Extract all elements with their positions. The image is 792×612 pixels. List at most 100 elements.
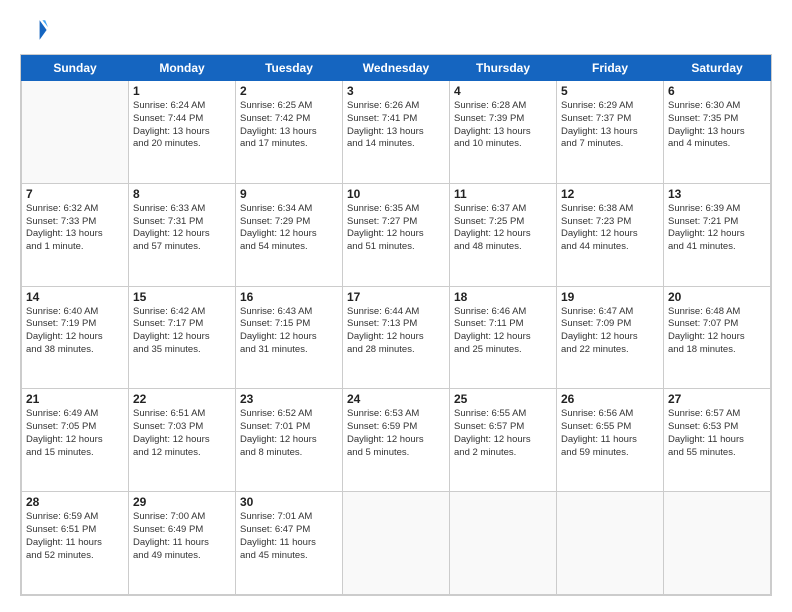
cell-text: Sunrise: 6:49 AM Sunset: 7:05 PM Dayligh… [26, 408, 124, 459]
cal-cell: 24 Sunrise: 6:53 AM Sunset: 6:59 PM Dayli… [343, 389, 450, 492]
cell-text: Sunrise: 6:48 AM Sunset: 7:07 PM Dayligh… [668, 306, 766, 357]
day-number: 4 [454, 84, 552, 98]
cell-text: Sunrise: 6:55 AM Sunset: 6:57 PM Dayligh… [454, 408, 552, 459]
cell-text: Sunrise: 6:47 AM Sunset: 7:09 PM Dayligh… [561, 306, 659, 357]
cell-text: Sunrise: 6:42 AM Sunset: 7:17 PM Dayligh… [133, 306, 231, 357]
day-header-saturday: Saturday [664, 56, 771, 81]
day-number: 12 [561, 187, 659, 201]
cal-cell: 2 Sunrise: 6:25 AM Sunset: 7:42 PM Daylig… [236, 81, 343, 184]
day-number: 22 [133, 392, 231, 406]
week-row-3: 14 Sunrise: 6:40 AM Sunset: 7:19 PM Dayli… [22, 286, 771, 389]
day-number: 15 [133, 290, 231, 304]
cell-text: Sunrise: 6:35 AM Sunset: 7:27 PM Dayligh… [347, 203, 445, 254]
day-number: 17 [347, 290, 445, 304]
day-number: 25 [454, 392, 552, 406]
cal-cell: 7Sunrise: 6:32 AM Sunset: 7:33 PM Daylig… [22, 183, 129, 286]
cal-cell: 18Sunrise: 6:46 AM Sunset: 7:11 PM Dayli… [450, 286, 557, 389]
cal-cell: 3 Sunrise: 6:26 AM Sunset: 7:41 PM Daylig… [343, 81, 450, 184]
day-number: 26 [561, 392, 659, 406]
day-number: 24 [347, 392, 445, 406]
day-header-thursday: Thursday [450, 56, 557, 81]
cell-text: Sunrise: 6:30 AM Sunset: 7:35 PM Dayligh… [668, 100, 766, 151]
day-header-tuesday: Tuesday [236, 56, 343, 81]
calendar-header: SundayMondayTuesdayWednesdayThursdayFrid… [22, 56, 771, 81]
cell-text: Sunrise: 6:51 AM Sunset: 7:03 PM Dayligh… [133, 408, 231, 459]
day-header-monday: Monday [129, 56, 236, 81]
day-header-friday: Friday [557, 56, 664, 81]
logo [20, 16, 52, 44]
day-number: 11 [454, 187, 552, 201]
cal-cell: 21 Sunrise: 6:49 AM Sunset: 7:05 PM Dayli… [22, 389, 129, 492]
cell-text: Sunrise: 6:34 AM Sunset: 7:29 PM Dayligh… [240, 203, 338, 254]
cell-text: Sunrise: 6:38 AM Sunset: 7:23 PM Dayligh… [561, 203, 659, 254]
day-number: 3 [347, 84, 445, 98]
cal-cell: 10 Sunrise: 6:35 AM Sunset: 7:27 PM Dayli… [343, 183, 450, 286]
cal-cell: 14 Sunrise: 6:40 AM Sunset: 7:19 PM Dayli… [22, 286, 129, 389]
cal-cell: 9 Sunrise: 6:34 AM Sunset: 7:29 PM Daylig… [236, 183, 343, 286]
day-number: 5 [561, 84, 659, 98]
week-row-4: 21 Sunrise: 6:49 AM Sunset: 7:05 PM Dayli… [22, 389, 771, 492]
cell-text: Sunrise: 6:56 AM Sunset: 6:55 PM Dayligh… [561, 408, 659, 459]
cell-text: Sunrise: 6:43 AM Sunset: 7:15 PM Dayligh… [240, 306, 338, 357]
cal-cell: 30 Sunrise: 7:01 AM Sunset: 6:47 PM Dayli… [236, 492, 343, 595]
cal-cell: 11 Sunrise: 6:37 AM Sunset: 7:25 PM Dayli… [450, 183, 557, 286]
cal-cell: 16 Sunrise: 6:43 AM Sunset: 7:15 PM Dayli… [236, 286, 343, 389]
cell-text: Sunrise: 6:40 AM Sunset: 7:19 PM Dayligh… [26, 306, 124, 357]
cal-cell: 26 Sunrise: 6:56 AM Sunset: 6:55 PM Dayli… [557, 389, 664, 492]
day-number: 16 [240, 290, 338, 304]
cal-cell: 19 Sunrise: 6:47 AM Sunset: 7:09 PM Dayli… [557, 286, 664, 389]
day-number: 29 [133, 495, 231, 509]
cal-cell [557, 492, 664, 595]
calendar-body: 1 Sunrise: 6:24 AM Sunset: 7:44 PM Daylig… [22, 81, 771, 595]
cell-text: Sunrise: 6:28 AM Sunset: 7:39 PM Dayligh… [454, 100, 552, 151]
day-number: 9 [240, 187, 338, 201]
cal-cell: 23 Sunrise: 6:52 AM Sunset: 7:01 PM Dayli… [236, 389, 343, 492]
week-row-5: 28 Sunrise: 6:59 AM Sunset: 6:51 PM Dayli… [22, 492, 771, 595]
cell-text: Sunrise: 6:53 AM Sunset: 6:59 PM Dayligh… [347, 408, 445, 459]
cell-text: Sunrise: 6:25 AM Sunset: 7:42 PM Dayligh… [240, 100, 338, 151]
day-number: 1 [133, 84, 231, 98]
day-header-wednesday: Wednesday [343, 56, 450, 81]
cell-text: Sunrise: 6:39 AM Sunset: 7:21 PM Dayligh… [668, 203, 766, 254]
cal-cell: 20 Sunrise: 6:48 AM Sunset: 7:07 PM Dayli… [664, 286, 771, 389]
cell-text: Sunrise: 6:26 AM Sunset: 7:41 PM Dayligh… [347, 100, 445, 151]
cal-cell: 1 Sunrise: 6:24 AM Sunset: 7:44 PM Daylig… [129, 81, 236, 184]
cell-text: Sunrise: 6:29 AM Sunset: 7:37 PM Dayligh… [561, 100, 659, 151]
cell-text: Sunrise: 6:44 AM Sunset: 7:13 PM Dayligh… [347, 306, 445, 357]
calendar-table: SundayMondayTuesdayWednesdayThursdayFrid… [21, 55, 771, 595]
cal-cell: 4 Sunrise: 6:28 AM Sunset: 7:39 PM Daylig… [450, 81, 557, 184]
day-number: 8 [133, 187, 231, 201]
cell-text: Sunrise: 6:52 AM Sunset: 7:01 PM Dayligh… [240, 408, 338, 459]
cal-cell: 6Sunrise: 6:30 AM Sunset: 7:35 PM Daylig… [664, 81, 771, 184]
day-number: 7 [26, 187, 124, 201]
day-number: 2 [240, 84, 338, 98]
day-number: 13 [668, 187, 766, 201]
day-number: 30 [240, 495, 338, 509]
cell-text: Sunrise: 7:01 AM Sunset: 6:47 PM Dayligh… [240, 511, 338, 562]
day-number: 10 [347, 187, 445, 201]
page: SundayMondayTuesdayWednesdayThursdayFrid… [0, 0, 792, 612]
cal-cell [450, 492, 557, 595]
cal-cell: 27Sunrise: 6:57 AM Sunset: 6:53 PM Dayli… [664, 389, 771, 492]
day-number: 27 [668, 392, 766, 406]
week-row-1: 1 Sunrise: 6:24 AM Sunset: 7:44 PM Daylig… [22, 81, 771, 184]
day-number: 23 [240, 392, 338, 406]
cal-cell: 12 Sunrise: 6:38 AM Sunset: 7:23 PM Dayli… [557, 183, 664, 286]
header-row: SundayMondayTuesdayWednesdayThursdayFrid… [22, 56, 771, 81]
day-number: 19 [561, 290, 659, 304]
day-header-sunday: Sunday [22, 56, 129, 81]
cal-cell: 25 Sunrise: 6:55 AM Sunset: 6:57 PM Dayli… [450, 389, 557, 492]
logo-icon [20, 16, 48, 44]
cell-text: Sunrise: 7:00 AM Sunset: 6:49 PM Dayligh… [133, 511, 231, 562]
week-row-2: 7Sunrise: 6:32 AM Sunset: 7:33 PM Daylig… [22, 183, 771, 286]
cell-text: Sunrise: 6:24 AM Sunset: 7:44 PM Dayligh… [133, 100, 231, 151]
cal-cell: 22 Sunrise: 6:51 AM Sunset: 7:03 PM Dayli… [129, 389, 236, 492]
day-number: 28 [26, 495, 124, 509]
cell-text: Sunrise: 6:46 AM Sunset: 7:11 PM Dayligh… [454, 306, 552, 357]
day-number: 14 [26, 290, 124, 304]
cell-text: Sunrise: 6:59 AM Sunset: 6:51 PM Dayligh… [26, 511, 124, 562]
day-number: 21 [26, 392, 124, 406]
day-number: 20 [668, 290, 766, 304]
cell-text: Sunrise: 6:37 AM Sunset: 7:25 PM Dayligh… [454, 203, 552, 254]
cell-text: Sunrise: 6:33 AM Sunset: 7:31 PM Dayligh… [133, 203, 231, 254]
